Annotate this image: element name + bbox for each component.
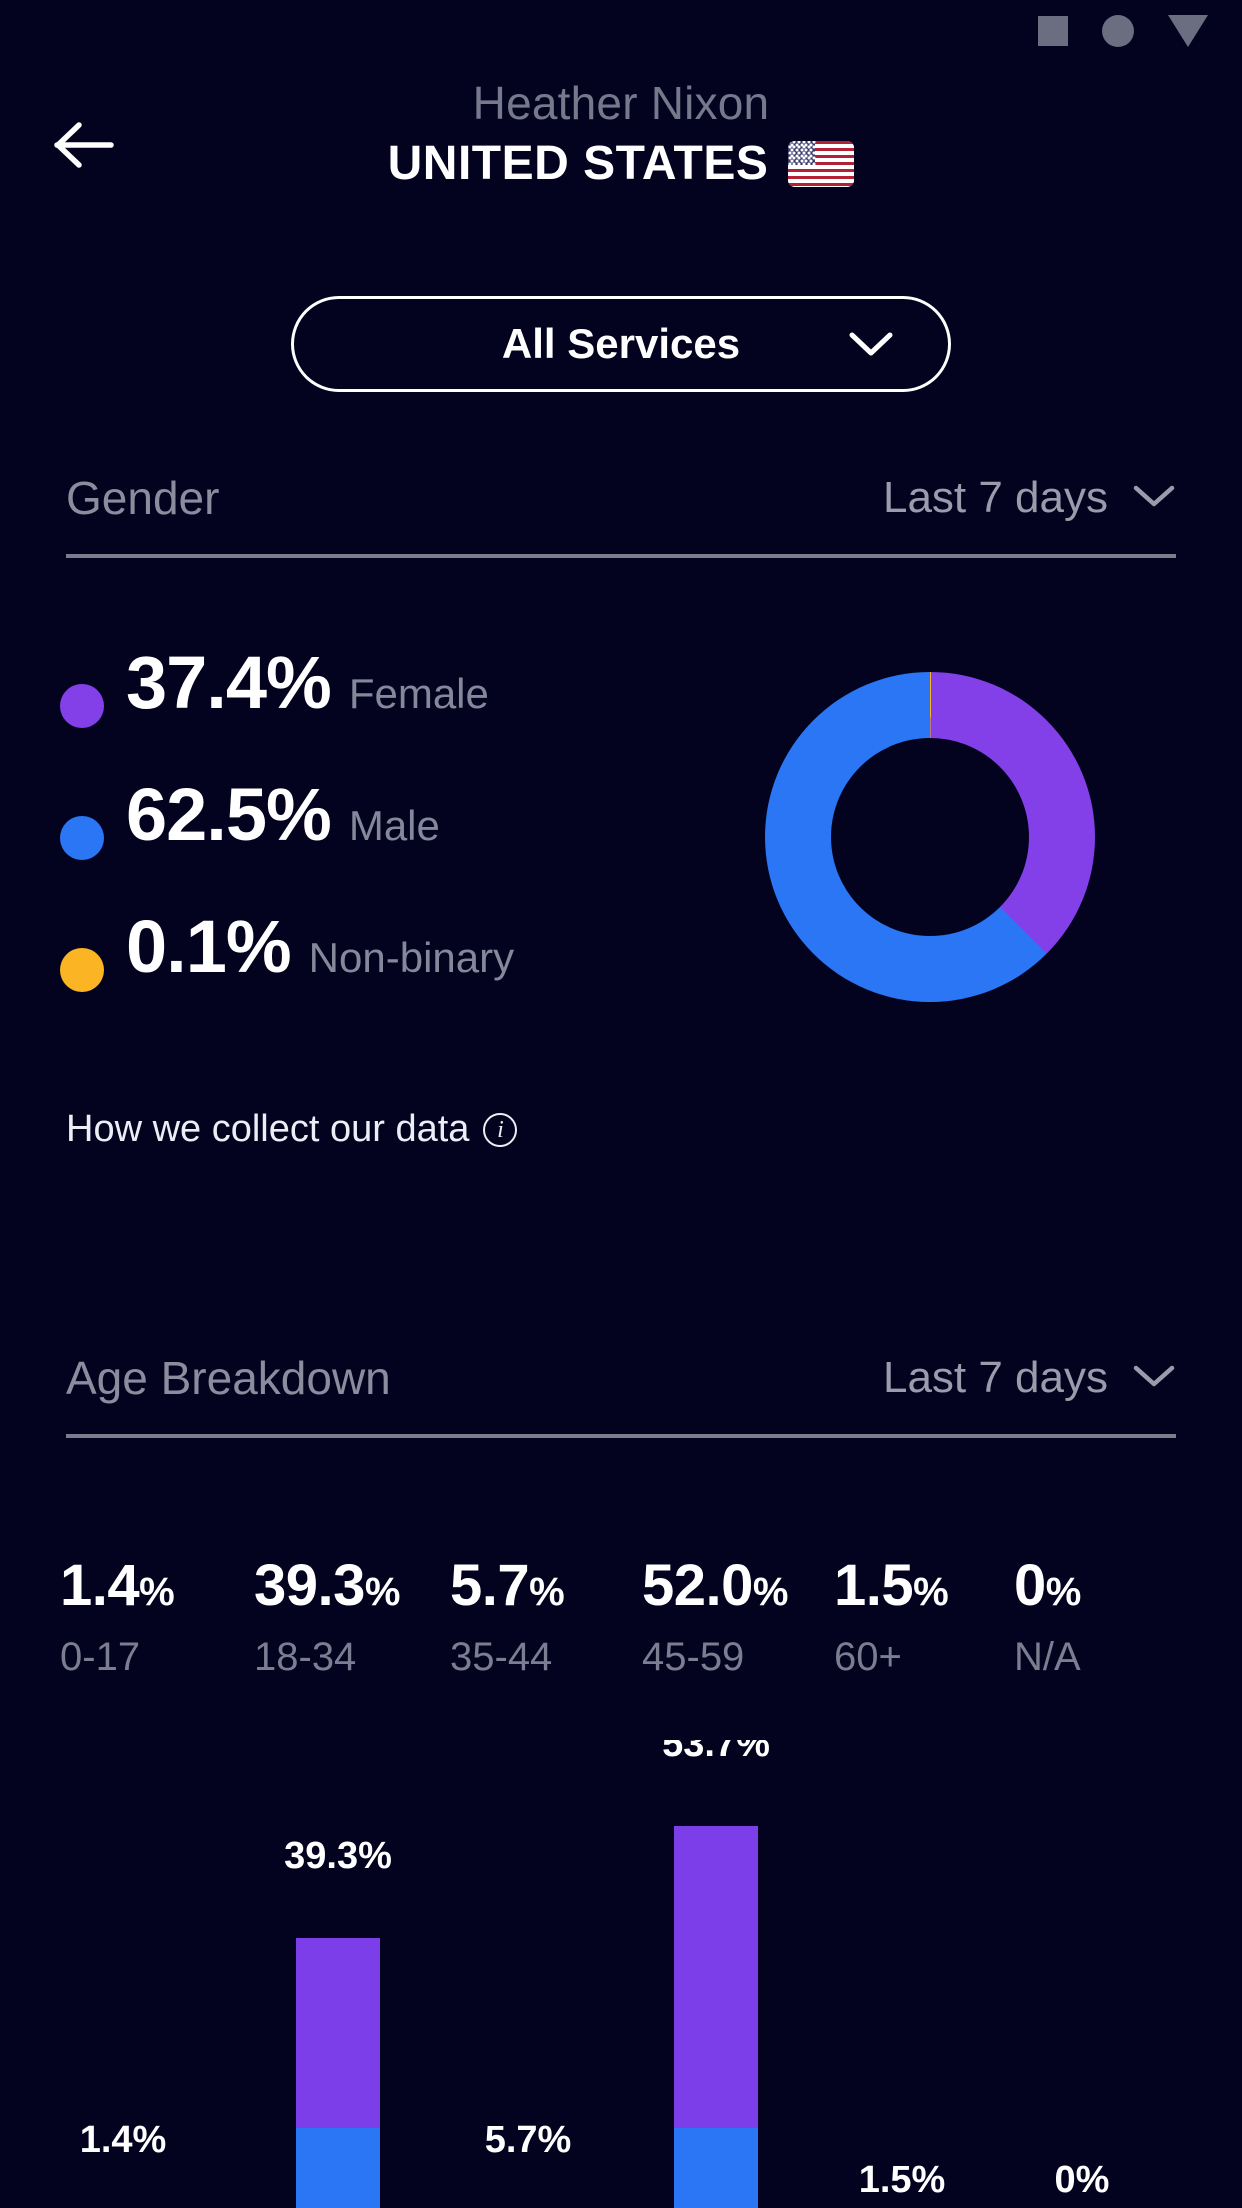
gender-stat-label: Non-binary xyxy=(308,934,515,981)
gender-stat-row: 37.4% Female xyxy=(60,640,514,772)
age-stat-range: 0-17 xyxy=(60,1635,141,1679)
gender-period-label: Last 7 days xyxy=(882,473,1108,522)
bar-stack xyxy=(674,1826,758,2208)
age-stat-value: 5.7% xyxy=(450,1552,642,1619)
user-name: Heather Nixon xyxy=(472,77,770,129)
bar-column: 1.4% xyxy=(63,1740,183,2208)
us-flag-icon xyxy=(788,140,855,187)
age-stat-cell: 1.5% 60+ xyxy=(834,1552,1014,1680)
bar-value-label: 0% xyxy=(1054,2159,1110,2201)
age-stat-value: 52.0% xyxy=(642,1552,834,1619)
header-titles: Heather Nixon UNITED STATES xyxy=(0,76,1242,191)
country-name: UNITED STATES xyxy=(387,137,769,190)
page-header: Heather Nixon UNITED STATES xyxy=(0,76,1242,206)
age-stat-unit: % xyxy=(139,1570,175,1614)
country-row: UNITED STATES xyxy=(388,136,855,191)
triangle-down-icon xyxy=(1168,15,1208,47)
age-stat-value: 1.4% xyxy=(60,1552,254,1619)
age-stat-number: 5.7 xyxy=(450,1553,530,1618)
gender-section-title: Gender xyxy=(66,472,220,524)
age-stat-unit: % xyxy=(529,1570,565,1614)
age-stat-range: 18-34 xyxy=(254,1635,357,1679)
gender-stat-row: 0.1% Non-binary xyxy=(60,904,514,1036)
bar-segment-male xyxy=(674,2128,758,2208)
gender-section-header: Gender Last 7 days xyxy=(66,460,1176,558)
divider xyxy=(66,1434,1176,1438)
age-stat-value: 0% xyxy=(1014,1552,1081,1619)
chevron-down-icon xyxy=(1132,1363,1176,1394)
bar-column: 0% xyxy=(1022,1740,1142,2208)
gender-period-dropdown[interactable]: Last 7 days xyxy=(883,473,1176,523)
age-stat-number: 52.0 xyxy=(642,1553,753,1618)
age-stat-unit: % xyxy=(913,1570,949,1614)
how-we-collect-data-link[interactable]: How we collect our data i xyxy=(66,1108,518,1151)
services-filter-dropdown[interactable]: All Services xyxy=(291,296,951,392)
legend-dot-nonbinary xyxy=(60,948,104,992)
age-stat-cell: 1.4% 0-17 xyxy=(60,1552,254,1680)
age-stat-value: 1.5% xyxy=(834,1552,1014,1619)
bar-column: 39.3% xyxy=(278,1740,398,2208)
bar-segment-female xyxy=(296,1938,380,2128)
gender-stat-value: 62.5% xyxy=(126,773,332,856)
bar-column: 53.7% xyxy=(656,1740,776,2208)
age-stat-range: 45-59 xyxy=(642,1635,745,1679)
bar-segment-male xyxy=(296,2128,380,2208)
gender-stats-list: 37.4% Female 62.5% Male 0.1% Non-binary xyxy=(60,640,514,1036)
divider xyxy=(66,554,1176,558)
age-stat-unit: % xyxy=(364,1570,401,1614)
age-stat-number: 0 xyxy=(1014,1553,1046,1618)
legend-dot-female xyxy=(60,684,104,728)
bar-value-label: 39.3% xyxy=(284,1835,392,1877)
age-stat-number: 39.3 xyxy=(254,1553,365,1618)
age-stat-value: 39.3% xyxy=(254,1552,450,1619)
gender-stat-label: Female xyxy=(348,670,489,717)
age-stat-unit: % xyxy=(752,1570,789,1614)
legend-dot-male xyxy=(60,816,104,860)
info-icon[interactable]: i xyxy=(483,1112,518,1147)
age-period-dropdown[interactable]: Last 7 days xyxy=(883,1353,1176,1403)
gender-donut-chart xyxy=(765,672,1095,1002)
age-stat-range: 35-44 xyxy=(450,1635,553,1679)
age-stat-cell: 52.0% 45-59 xyxy=(642,1552,834,1680)
chevron-down-icon xyxy=(848,330,894,358)
age-stat-number: 1.5 xyxy=(834,1553,914,1618)
chevron-down-icon xyxy=(1132,483,1176,514)
age-stat-range: N/A xyxy=(1014,1635,1081,1679)
donut-hole xyxy=(831,738,1029,936)
age-stat-unit: % xyxy=(1045,1570,1082,1614)
bar-stack xyxy=(296,1938,380,2208)
square-icon xyxy=(1038,16,1068,46)
age-stat-cell: 5.7% 35-44 xyxy=(450,1552,642,1680)
gender-stat-value: 0.1% xyxy=(126,905,292,988)
collect-data-label: How we collect our data xyxy=(66,1108,470,1150)
bar-value-label: 5.7% xyxy=(484,2119,572,2161)
bar-column: 1.5% xyxy=(842,1740,962,2208)
age-stat-cell: 0% N/A xyxy=(1014,1552,1081,1680)
age-period-label: Last 7 days xyxy=(882,1353,1108,1402)
age-bar-chart: 1.4% 39.3% 5.7% 53.7% 1.5% 0% xyxy=(0,1740,1242,2208)
gender-stat-row: 62.5% Male xyxy=(60,772,514,904)
bar-value-label: 1.5% xyxy=(858,2159,946,2201)
bar-segment-female xyxy=(674,1826,758,2128)
status-bar xyxy=(0,0,1242,62)
age-stats-strip: 1.4% 0-17 39.3% 18-34 5.7% 35-44 52.0% 4… xyxy=(60,1552,1180,1680)
age-stat-cell: 39.3% 18-34 xyxy=(254,1552,450,1680)
bar-value-label: 53.7% xyxy=(662,1740,770,1765)
age-section-header: Age Breakdown Last 7 days xyxy=(66,1340,1176,1438)
circle-icon xyxy=(1102,15,1134,47)
app-screen: Heather Nixon UNITED STATES All Services xyxy=(0,0,1242,2208)
age-stat-number: 1.4 xyxy=(60,1553,140,1618)
age-section-title: Age Breakdown xyxy=(66,1352,391,1404)
gender-stat-value: 37.4% xyxy=(126,641,332,724)
age-stat-range: 60+ xyxy=(834,1635,902,1679)
bar-column: 5.7% xyxy=(468,1740,588,2208)
bar-value-label: 1.4% xyxy=(79,2119,167,2161)
services-filter-label: All Services xyxy=(501,320,741,367)
gender-stat-label: Male xyxy=(348,802,440,849)
